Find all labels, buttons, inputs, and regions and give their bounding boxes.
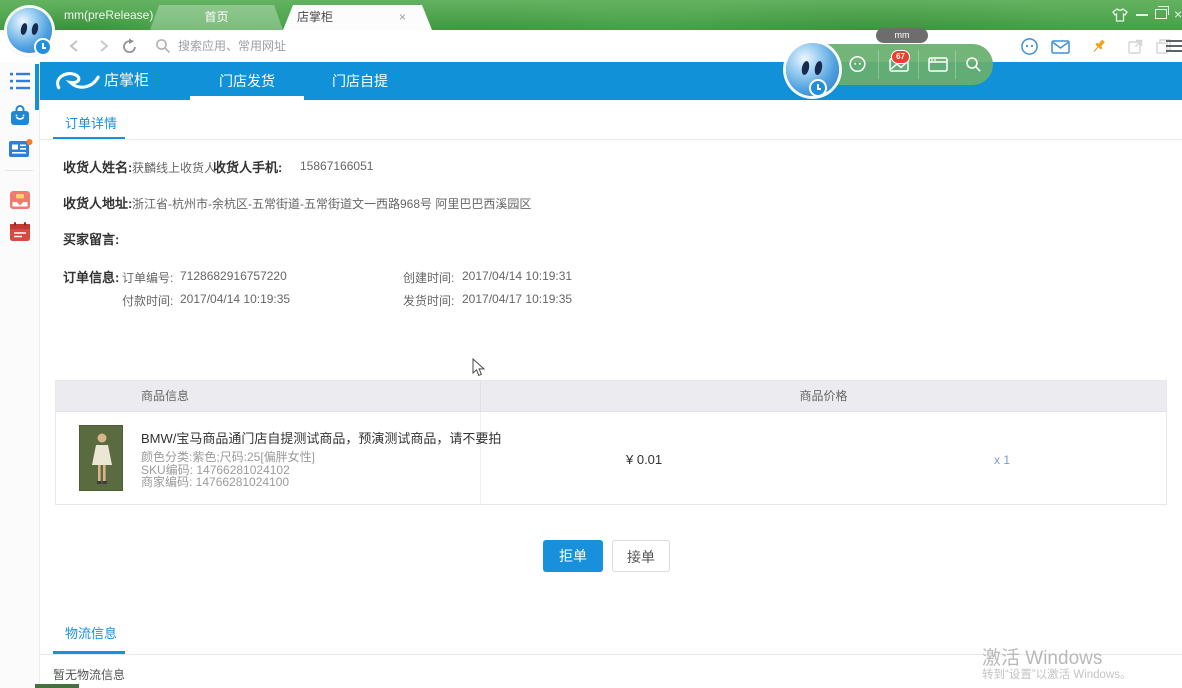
taskbar-peek-fragment [35, 684, 79, 688]
created-time-value: 2017/04/14 10:19:31 [462, 269, 573, 283]
column-divider [480, 412, 481, 504]
pin-icon[interactable] [1088, 30, 1108, 62]
sidebar-item-list-icon[interactable] [9, 70, 31, 92]
window-title: mm(preRelease) [64, 8, 154, 22]
shipped-time-value: 2017/04/17 10:19:35 [462, 292, 573, 306]
shipped-time-label: 发货时间: [403, 294, 455, 308]
tab-dianzhanggui[interactable]: 店掌柜 × [283, 5, 432, 30]
back-icon[interactable] [66, 30, 84, 62]
browser-titlebar: mm(preRelease) 首页 店掌柜 × × [0, 0, 1182, 30]
product-image[interactable] [78, 424, 124, 496]
chat-icon[interactable] [845, 44, 869, 85]
order-no-value: 7128682916757220 [180, 269, 287, 283]
tab-home-label: 首页 [204, 10, 229, 24]
accept-order-button[interactable]: 接单 [612, 540, 670, 572]
created-time-label: 创建时间: [403, 271, 455, 285]
refresh-icon[interactable] [119, 30, 139, 62]
tab-active-label: 店掌柜 [297, 10, 334, 24]
dianzhanggui-logo-icon [52, 68, 102, 99]
maximize-button[interactable] [1155, 6, 1169, 19]
sidebar-item-shop-icon[interactable] [9, 104, 31, 126]
product-row: BMW/宝马商品通门店自提测试商品，预演测试商品，请不要拍 颜色分类:紫色;尺码… [56, 412, 1166, 504]
window-icon[interactable] [925, 44, 951, 85]
pill-message-badge: 67 [891, 50, 910, 64]
header-product-price: 商品价格 [799, 389, 848, 403]
app-window: mm(preRelease) 首页 店掌柜 × × 搜索应用、常用网址 mm 店… [0, 0, 1182, 688]
scrollbar-thumb[interactable] [35, 64, 39, 110]
windows-activation-hint: 转到“设置”以激活 Windows。 [982, 669, 1132, 681]
product-table-header: 商品信息 商品价格 [56, 381, 1166, 412]
open-external-icon[interactable] [1125, 30, 1145, 62]
clock-status-icon [34, 38, 52, 56]
forward-icon[interactable] [94, 30, 112, 62]
mail-icon[interactable] [1049, 30, 1071, 62]
search-input[interactable]: 搜索应用、常用网址 [178, 30, 286, 62]
product-price: ¥ 0.01 [626, 452, 663, 467]
logistics-tab[interactable]: 物流信息 [65, 623, 117, 642]
buyer-message-label: 买家留言: [63, 232, 120, 247]
reject-order-button[interactable]: 拒单 [543, 540, 603, 572]
sidebar-item-notes-icon[interactable] [9, 221, 31, 243]
receiver-phone-value: 15867166051 [300, 159, 374, 173]
nav-item-store-delivery[interactable]: 门店发货 [188, 62, 306, 100]
sidebar-item-inbox-icon[interactable] [9, 189, 31, 211]
search-icon[interactable] [960, 44, 986, 85]
product-table: 商品信息 商品价格 BMW/宝马商品通门店自提测试商品，预演测试商品，请不要拍 … [55, 380, 1167, 505]
clock-status-icon [809, 79, 827, 97]
app-navbar: 店掌柜 门店发货 门店自提 [40, 62, 1182, 100]
nav-item-store-pickup[interactable]: 门店自提 [312, 62, 408, 100]
sidebar-item-news-icon[interactable] [9, 138, 33, 160]
sidebar-divider [5, 170, 33, 171]
browser-toolbar: 搜索应用、常用网址 67 [0, 30, 1182, 75]
section-divider [40, 139, 1182, 140]
paid-time-label: 付款时间: [122, 294, 174, 308]
search-icon[interactable] [153, 30, 173, 62]
mouse-cursor [472, 357, 486, 382]
app-title: 店掌柜 [104, 72, 150, 89]
tab-home[interactable]: 首页 [150, 5, 283, 30]
logistics-empty-text: 暂无物流信息 [53, 668, 126, 682]
order-info-label: 订单信息: [63, 270, 120, 285]
order-detail-page: 订单详情 收货人姓名: 获麟线上收货人 收货人手机: 15867166051 收… [40, 100, 1182, 688]
window-preview-tooltip: mm [876, 28, 928, 43]
menu-icon[interactable] [1164, 30, 1182, 62]
address-label: 收货人地址: [63, 196, 133, 211]
product-title[interactable]: BMW/宝马商品通门店自提测试商品，预演测试商品，请不要拍 [141, 428, 501, 447]
product-quantity: x 1 [994, 453, 1011, 467]
header-product-info: 商品信息 [56, 381, 481, 411]
sidebar [0, 62, 40, 688]
receiver-name-value: 获麟线上收货人 [132, 161, 217, 175]
minimize-button[interactable] [1136, 14, 1148, 16]
receiver-phone-label: 收货人手机: [213, 160, 283, 175]
order-no-label: 订单编号: [122, 271, 174, 285]
tab-close-icon[interactable]: × [399, 5, 406, 30]
wangwang-contact-icon[interactable] [1018, 30, 1040, 62]
order-detail-tab[interactable]: 订单详情 [65, 113, 117, 132]
paid-time-value: 2017/04/14 10:19:35 [180, 292, 291, 306]
product-merchant-code: 商家编码: 14766281024100 [141, 475, 290, 489]
receiver-name-label: 收货人姓名: [63, 160, 133, 175]
address-value: 浙江省-杭州市-余杭区-五常街道-五常街道文一西路968号 阿里巴巴西溪园区 [132, 197, 532, 211]
